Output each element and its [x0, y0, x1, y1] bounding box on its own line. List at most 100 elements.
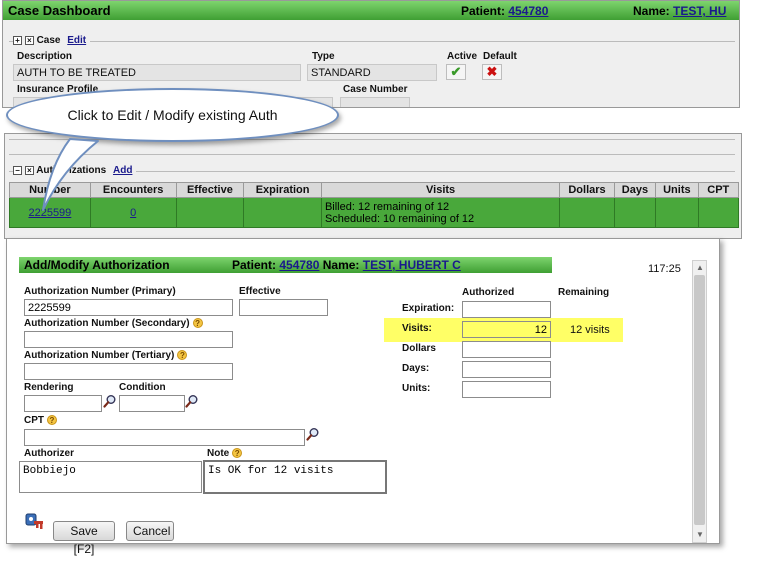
description-label: Description [17, 51, 73, 62]
case-dashboard-header: Case Dashboard Patient: 454780 Name: TES… [3, 1, 739, 20]
effective-label: Effective [239, 286, 281, 297]
authorizations-table: Number Encounters Effective Expiration V… [9, 182, 740, 228]
condition-search-icon[interactable] [185, 394, 199, 408]
callout-text: Click to Edit / Modify existing Auth [67, 107, 278, 123]
expiration-input[interactable] [462, 301, 551, 318]
patient-name-link[interactable]: TEST, HU [673, 4, 726, 18]
visits-label: Visits: [402, 323, 432, 334]
name-label: Name: [633, 4, 670, 18]
authorizations-header-row: Number Encounters Effective Expiration V… [9, 182, 740, 198]
table-row[interactable]: 2225599 0 Billed: 12 remaining of 12 Sch… [9, 197, 740, 228]
help-icon[interactable]: ? [192, 318, 203, 329]
auth-number-link[interactable]: 2225599 [28, 207, 71, 219]
case-number-label: Case Number [343, 84, 408, 95]
case-number-field [340, 97, 410, 107]
col-expiration: Expiration [243, 182, 322, 198]
cell-effective [175, 197, 245, 228]
close-box-icon[interactable]: × [24, 165, 34, 175]
patient-id-link[interactable]: 454780 [508, 4, 548, 18]
cpt-label: CPT [24, 415, 44, 426]
col-dollars: Dollars [559, 182, 615, 198]
save-button[interactable]: Save [F2] [53, 521, 115, 556]
days-input[interactable] [462, 361, 551, 378]
rendering-label: Rendering [24, 382, 74, 393]
col-number: Number [9, 182, 91, 198]
col-cpt: CPT [697, 182, 740, 198]
type-label: Type [312, 51, 335, 62]
cpt-input[interactable] [24, 429, 305, 446]
cpt-label-wrap: CPT? [24, 415, 57, 426]
close-box-icon[interactable]: × [24, 35, 34, 45]
case-edit-link[interactable]: Edit [67, 35, 86, 46]
condition-label: Condition [119, 382, 166, 393]
col-effective: Effective [175, 182, 245, 198]
scroll-thumb[interactable] [694, 275, 705, 525]
effective-input[interactable] [239, 299, 328, 316]
patient-label: Patient: [232, 258, 277, 272]
dialog-scrollbar[interactable]: ▲ ▼ [692, 260, 707, 543]
auth-primary-input[interactable] [24, 299, 233, 316]
dashboard-patient: Patient: 454780 [461, 4, 548, 18]
authorized-header: Authorized [462, 287, 515, 298]
dollars-input[interactable] [462, 341, 551, 358]
help-icon[interactable]: ? [47, 415, 57, 426]
col-units: Units [655, 182, 699, 198]
visits-input[interactable] [462, 321, 551, 338]
col-visits: Visits [320, 182, 561, 198]
cell-encounters: 0 [89, 197, 177, 228]
patient-id-link[interactable]: 454780 [279, 258, 319, 272]
cell-number: 2225599 [9, 197, 91, 228]
auth-primary-label: Authorization Number (Primary) [24, 286, 176, 297]
visits-scheduled: Scheduled: 10 remaining of 12 [324, 212, 475, 225]
active-check-icon[interactable]: ✔ [446, 64, 466, 80]
auth-secondary-label-wrap: Authorization Number (Secondary)? [24, 318, 203, 329]
patient-label: Patient: [461, 4, 506, 18]
encounters-link[interactable]: 0 [130, 207, 136, 219]
active-label: Active [447, 51, 478, 62]
default-x-icon[interactable]: ✖ [482, 64, 502, 80]
authorizations-section-header: − × Authorizations Add [13, 165, 137, 176]
visits-remaining: 12 visits [570, 324, 610, 336]
condition-input[interactable] [119, 395, 185, 412]
cell-dollars [559, 197, 615, 228]
cpt-search-icon[interactable] [306, 427, 320, 441]
expand-icon[interactable]: + [13, 35, 22, 45]
note-input[interactable]: Is OK for 12 visits [203, 460, 387, 494]
rendering-search-icon[interactable] [103, 394, 117, 408]
type-field: STANDARD [307, 64, 437, 81]
authorizations-add-link[interactable]: Add [113, 165, 132, 176]
auth-tertiary-label: Authorization Number (Tertiary) [24, 350, 175, 361]
scroll-up-icon[interactable]: ▲ [696, 263, 704, 272]
cancel-button[interactable]: Cancel [126, 521, 174, 541]
dialog-header: Add/Modify Authorization Patient: 454780… [19, 257, 552, 273]
dashboard-title: Case Dashboard [8, 3, 111, 18]
case-section-header: + × Case Edit [13, 35, 91, 46]
cell-units [655, 197, 699, 228]
collapse-icon[interactable]: − [13, 165, 22, 175]
auth-tertiary-label-wrap: Authorization Number (Tertiary)? [24, 350, 188, 361]
case-section-divider [9, 41, 735, 42]
authorizations-label: Authorizations [36, 165, 107, 176]
visits-billed: Billed: 12 remaining of 12 [324, 200, 450, 213]
help-icon[interactable]: ? [232, 448, 243, 459]
rendering-input[interactable] [24, 395, 102, 412]
patient-name-link[interactable]: TEST, HUBERT C [363, 258, 461, 272]
dollars-label: Dollars [402, 343, 436, 354]
description-field: AUTH TO BE TREATED [13, 64, 301, 81]
auth-tertiary-input[interactable] [24, 363, 233, 380]
add-modify-authorization-dialog: Add/Modify Authorization Patient: 454780… [6, 238, 720, 556]
units-input[interactable] [462, 381, 551, 398]
scroll-down-icon[interactable]: ▼ [696, 530, 704, 539]
help-icon[interactable]: ? [177, 350, 188, 361]
dialog-patient: Patient: 454780 Name: TEST, HUBERT C [232, 258, 461, 272]
cell-visits: Billed: 12 remaining of 12 Scheduled: 10… [320, 197, 561, 228]
case-section-label: Case [36, 35, 61, 46]
authorizer-input[interactable]: Bobbiejo [19, 461, 202, 493]
expiration-label: Expiration: [402, 303, 455, 314]
cell-cpt [697, 197, 740, 228]
auth-secondary-input[interactable] [24, 331, 233, 348]
authorizations-fragment: − × Authorizations Add Number Encounters… [4, 133, 742, 239]
note-label: Note [207, 448, 230, 459]
note-label-wrap: Note? [207, 448, 243, 459]
key-icon [25, 513, 43, 529]
